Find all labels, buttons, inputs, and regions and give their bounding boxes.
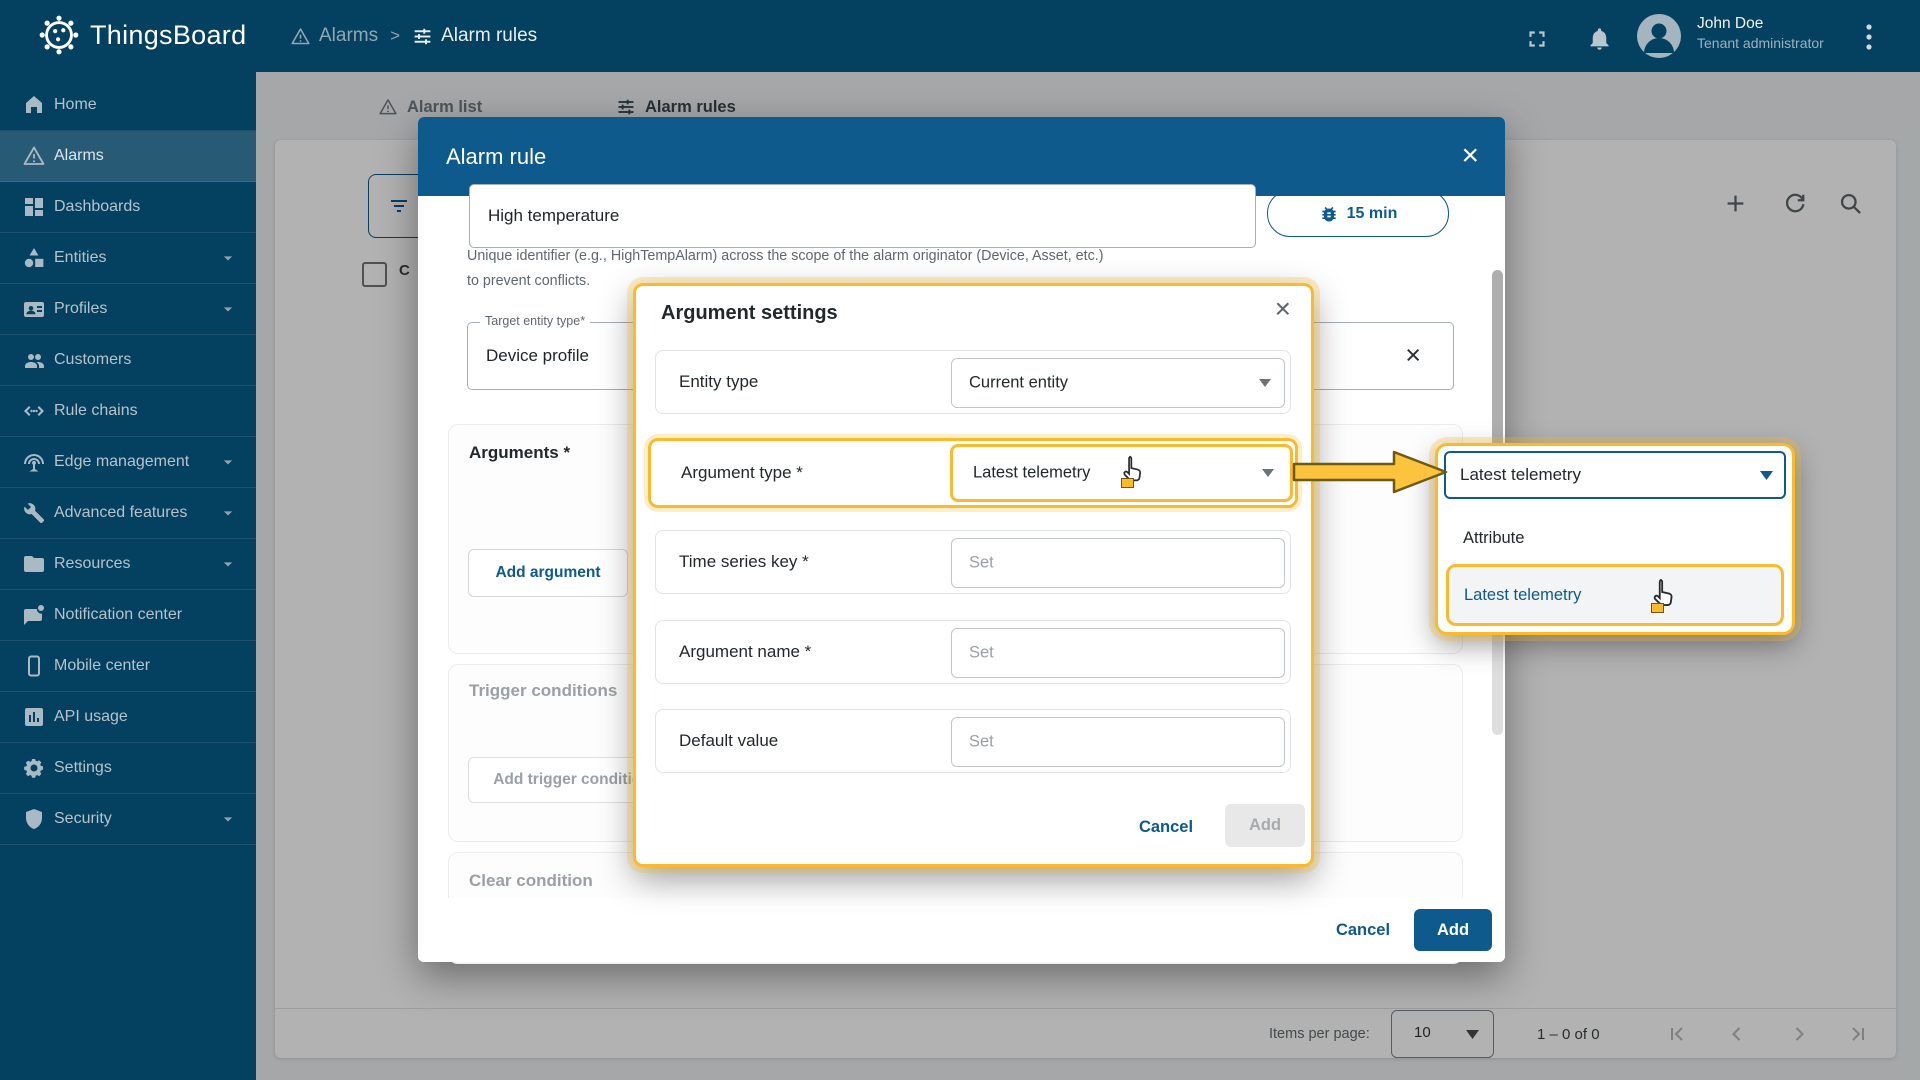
chevron-down-icon	[218, 809, 238, 829]
dialog-title: Argument settings	[661, 302, 838, 325]
app-title: ThingsBoard	[90, 20, 246, 51]
add-argument-button[interactable]: Add argument	[468, 549, 628, 597]
sidebar: Home Alarms Dashboards Entities Profiles	[0, 72, 256, 1080]
avatar[interactable]	[1636, 13, 1682, 59]
fullscreen-icon[interactable]	[1524, 26, 1550, 52]
target-entity-type-label: Target entity type*	[480, 314, 590, 328]
chevron-down-icon	[218, 248, 238, 268]
customers-people-icon	[22, 348, 46, 372]
argument-settings-dialog: Argument settings × Entity type Current …	[633, 283, 1314, 867]
chevron-down-icon	[218, 452, 238, 472]
sidebar-item-alarms[interactable]: Alarms	[0, 131, 256, 182]
sidebar-item-mobile-center[interactable]: Mobile center	[0, 641, 256, 692]
sidebar-item-profiles[interactable]: Profiles	[0, 284, 256, 335]
thingsboard-app: ThingsBoard Alarms >	[0, 0, 1920, 1080]
breadcrumb-alarms[interactable]: Alarms	[290, 25, 378, 47]
tools-icon	[22, 501, 46, 525]
notifications-bell-icon[interactable]	[1586, 25, 1613, 52]
sidebar-item-notification-center[interactable]: Notification center	[0, 590, 256, 641]
tune-icon	[412, 26, 433, 47]
option-attribute[interactable]: Attribute	[1440, 516, 1788, 560]
shield-icon	[22, 807, 46, 831]
clear-icon[interactable]: ×	[1405, 340, 1421, 371]
more-menu-icon[interactable]	[1862, 22, 1876, 52]
entities-icon	[22, 246, 46, 270]
user-name: John Doe	[1697, 14, 1824, 34]
dialog-add-button[interactable]: Add	[1225, 804, 1305, 847]
breadcrumb-separator: >	[390, 26, 400, 46]
profiles-badge-icon	[22, 297, 46, 321]
default-value-input[interactable]: Set	[951, 717, 1285, 767]
alarm-rule-name-input[interactable]: High temperature	[469, 184, 1256, 248]
close-icon[interactable]: ×	[1461, 143, 1479, 169]
sidebar-item-api-usage[interactable]: API usage	[0, 692, 256, 743]
bug-icon	[1319, 204, 1339, 224]
sidebar-item-customers[interactable]: Customers	[0, 335, 256, 386]
user-info[interactable]: John Doe Tenant administrator	[1697, 14, 1824, 53]
chevron-down-icon	[1262, 469, 1274, 477]
dashboards-icon	[22, 195, 46, 219]
clear-condition-title: Clear condition	[469, 871, 593, 891]
chart-icon	[22, 705, 46, 729]
argument-type-dropdown-panel: Latest telemetry Attribute Latest teleme…	[1435, 443, 1795, 635]
sidebar-item-rule-chains[interactable]: Rule chains	[0, 386, 256, 437]
thingsboard-logo-icon	[36, 12, 82, 58]
close-icon[interactable]: ×	[1275, 296, 1291, 322]
notification-message-icon	[22, 603, 46, 627]
modal-add-button[interactable]: Add	[1414, 909, 1492, 951]
time-series-key-row: Time series key * Set	[655, 530, 1291, 594]
folder-icon	[22, 552, 46, 576]
entity-type-row: Entity type Current entity	[655, 350, 1291, 414]
home-icon	[22, 93, 46, 117]
chevron-down-icon	[1760, 471, 1772, 479]
pointer-cursor	[1648, 576, 1682, 610]
chevron-down-icon	[218, 554, 238, 574]
gear-icon	[22, 756, 46, 780]
antenna-icon	[22, 450, 46, 474]
argument-type-overlay-select[interactable]: Latest telemetry	[1444, 451, 1786, 499]
chevron-down-icon	[218, 299, 238, 319]
warning-icon	[22, 144, 46, 168]
top-bar: ThingsBoard Alarms >	[0, 0, 1920, 72]
breadcrumb-alarm-rules[interactable]: Alarm rules	[412, 25, 537, 47]
schedule-chip[interactable]: 15 min	[1267, 190, 1449, 237]
sidebar-item-resources[interactable]: Resources	[0, 539, 256, 590]
warning-icon	[290, 26, 311, 47]
user-role: Tenant administrator	[1697, 34, 1824, 53]
default-value-row: Default value Set	[655, 709, 1291, 773]
name-helper-line2: to prevent conflicts.	[467, 273, 590, 289]
option-latest-telemetry[interactable]: Latest telemetry	[1446, 564, 1784, 626]
name-helper-line1: Unique identifier (e.g., HighTempAlarm) …	[467, 248, 1103, 264]
sidebar-item-security[interactable]: Security	[0, 794, 256, 845]
rule-chains-icon	[22, 399, 46, 423]
argument-name-input[interactable]: Set	[951, 628, 1285, 678]
entity-type-select[interactable]: Current entity	[951, 358, 1285, 408]
sidebar-item-advanced-features[interactable]: Advanced features	[0, 488, 256, 539]
click-indicator	[1121, 478, 1134, 488]
sidebar-item-entities[interactable]: Entities	[0, 233, 256, 284]
annotation-arrow	[1292, 449, 1450, 495]
sidebar-item-settings[interactable]: Settings	[0, 743, 256, 794]
sidebar-item-home[interactable]: Home	[0, 80, 256, 131]
time-series-key-input[interactable]: Set	[951, 538, 1285, 588]
modal-title: Alarm rule	[446, 144, 546, 170]
arguments-title: Arguments *	[469, 443, 570, 463]
chevron-down-icon	[1259, 379, 1271, 387]
chevron-down-icon	[218, 503, 238, 523]
trigger-conditions-title: Trigger conditions	[469, 681, 617, 701]
breadcrumb: Alarms > Alarm rules	[290, 0, 537, 72]
argument-name-row: Argument name * Set	[655, 620, 1291, 684]
sidebar-item-edge-management[interactable]: Edge management	[0, 437, 256, 488]
modal-footer: Cancel Add	[418, 898, 1505, 962]
app-logo[interactable]: ThingsBoard	[36, 12, 246, 58]
dialog-cancel-button[interactable]: Cancel	[1126, 808, 1206, 846]
pointer-cursor	[1118, 453, 1150, 485]
argument-type-row: Argument type * Latest telemetry	[648, 438, 1298, 508]
modal-cancel-button[interactable]: Cancel	[1333, 912, 1393, 948]
sidebar-item-dashboards[interactable]: Dashboards	[0, 182, 256, 233]
mobile-phone-icon	[22, 654, 46, 678]
click-indicator	[1651, 603, 1664, 613]
